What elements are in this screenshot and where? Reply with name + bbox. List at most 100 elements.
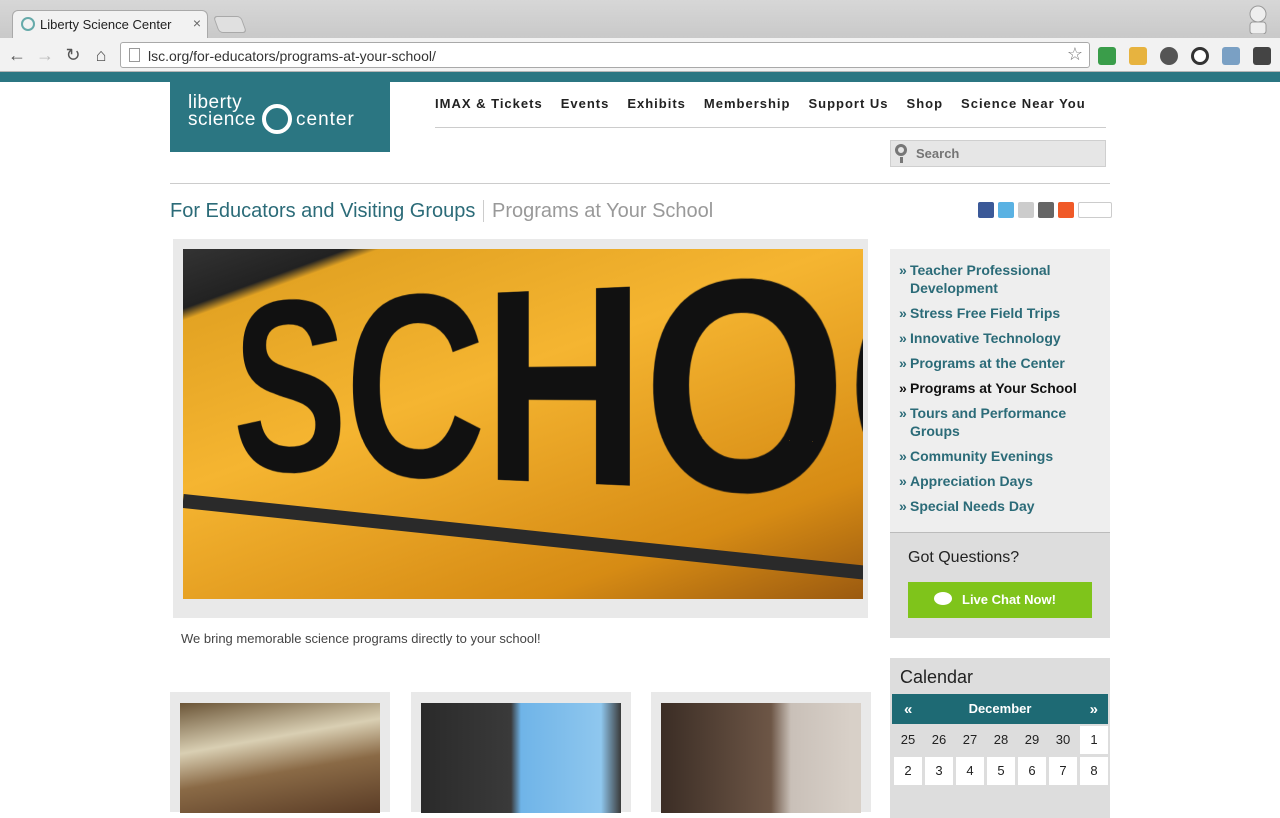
bullet-icon: » <box>899 262 907 278</box>
calendar-day[interactable]: 7 <box>1049 757 1077 785</box>
hero-word: SCHOOL <box>233 249 863 598</box>
extension-gear-icon[interactable] <box>1160 47 1178 65</box>
thumbnail-card[interactable] <box>411 692 631 813</box>
calendar-prev-button[interactable]: « <box>904 701 912 718</box>
calendar-day[interactable]: 3 <box>925 757 953 785</box>
nav-exhibits[interactable]: Exhibits <box>627 96 686 111</box>
sidebar-item-field-trips[interactable]: » Stress Free Field Trips <box>899 304 1104 322</box>
share-more-icon[interactable] <box>1058 202 1074 218</box>
bullet-icon: » <box>899 380 907 396</box>
bookmark-star-icon[interactable]: ☆ <box>1067 44 1083 65</box>
calendar-day[interactable]: 8 <box>1080 757 1108 785</box>
facebook-icon[interactable] <box>978 202 994 218</box>
new-tab-button[interactable] <box>212 16 248 33</box>
calendar-day[interactable]: 25 <box>894 726 922 754</box>
nav-events[interactable]: Events <box>561 96 610 111</box>
print-icon[interactable] <box>1038 202 1054 218</box>
calendar-widget: Calendar December « » 25 26 27 28 29 30 … <box>890 658 1110 818</box>
sidebar-item-programs-school[interactable]: » Programs at Your School <box>899 379 1104 397</box>
url-text[interactable]: lsc.org/for-educators/programs-at-your-s… <box>148 48 436 64</box>
site-top-bar <box>0 72 1280 82</box>
questions-title: Got Questions? <box>908 549 1020 566</box>
thumbnail-presentation[interactable] <box>421 703 621 813</box>
calendar-day[interactable]: 27 <box>956 726 984 754</box>
sidebar-item-label: Innovative Technology <box>910 330 1061 346</box>
breadcrumb-section[interactable]: For Educators and Visiting Groups <box>170 200 475 223</box>
calendar-day[interactable]: 5 <box>987 757 1015 785</box>
calendar-next-button[interactable]: » <box>1090 701 1098 718</box>
profile-icon[interactable] <box>1246 4 1270 34</box>
live-chat-label: Live Chat Now! <box>962 592 1056 607</box>
nav-support-us[interactable]: Support Us <box>808 96 888 111</box>
nav-shop[interactable]: Shop <box>907 96 944 111</box>
calendar-day[interactable]: 26 <box>925 726 953 754</box>
hero-caption: We bring memorable science programs dire… <box>181 631 541 646</box>
bullet-icon: » <box>899 473 907 489</box>
questions-panel: Got Questions? Live Chat Now! <box>890 533 1110 638</box>
sidebar-item-special-needs-day[interactable]: » Special Needs Day <box>899 497 1104 515</box>
sidebar-item-programs-center[interactable]: » Programs at the Center <box>899 354 1104 372</box>
tab-title: Liberty Science Center <box>40 17 172 32</box>
browser-tab[interactable]: Liberty Science Center × <box>12 10 208 38</box>
nav-divider <box>435 127 1106 128</box>
browser-toolbar: ← → ↻ ⌂ lsc.org/for-educators/programs-a… <box>0 38 1280 72</box>
bullet-icon: » <box>899 405 907 421</box>
extension-circle-icon[interactable] <box>1191 47 1209 65</box>
extension-folder-icon[interactable] <box>1129 47 1147 65</box>
sidebar-item-label: Programs at Your School <box>910 380 1077 396</box>
share-count-box <box>1078 202 1112 218</box>
sidebar-item-label: Stress Free Field Trips <box>910 305 1061 321</box>
nav-membership[interactable]: Membership <box>704 96 791 111</box>
site-logo[interactable]: liberty science center <box>170 82 390 152</box>
nav-imax-tickets[interactable]: IMAX & Tickets <box>435 96 543 111</box>
sidebar-item-innovative-technology[interactable]: » Innovative Technology <box>899 329 1104 347</box>
page-icon <box>129 48 140 62</box>
logo-mark-icon <box>262 104 292 134</box>
browser-tab-strip: Liberty Science Center × <box>0 0 1280 38</box>
hero-image: SCHOOL <box>183 249 863 599</box>
thumbnail-surgery-screen[interactable] <box>661 703 861 813</box>
logo-text-center: center <box>296 109 355 130</box>
sidebar-item-community-evenings[interactable]: » Community Evenings <box>899 447 1104 465</box>
favicon-icon <box>21 17 35 31</box>
extension-camera-icon[interactable] <box>1222 47 1240 65</box>
menu-icon[interactable] <box>1253 47 1271 65</box>
twitter-icon[interactable] <box>998 202 1014 218</box>
thumbnail-auditorium[interactable] <box>180 703 380 813</box>
sidebar-item-label: Appreciation Days <box>910 473 1033 489</box>
bullet-icon: » <box>899 498 907 514</box>
calendar-month: December <box>968 701 1032 716</box>
calendar-day[interactable]: 30 <box>1049 726 1077 754</box>
close-tab-icon[interactable]: × <box>193 15 201 31</box>
back-icon[interactable]: ← <box>6 44 28 66</box>
sidebar: » Teacher Professional Development » Stres… <box>890 249 1110 532</box>
forward-icon[interactable]: → <box>34 44 56 66</box>
nav-science-near-you[interactable]: Science Near You <box>961 96 1086 111</box>
share-bar <box>978 202 1112 218</box>
extension-refresh-icon[interactable] <box>1098 47 1116 65</box>
sidebar-item-teacher-pd[interactable]: » Teacher Professional Development <box>899 261 1104 297</box>
reload-icon[interactable]: ↻ <box>62 44 84 66</box>
calendar-day[interactable]: 1 <box>1080 726 1108 754</box>
bullet-icon: » <box>899 355 907 371</box>
address-bar[interactable]: lsc.org/for-educators/programs-at-your-s… <box>120 42 1090 68</box>
email-icon[interactable] <box>1018 202 1034 218</box>
chat-bubble-icon <box>934 592 952 605</box>
thumbnail-card[interactable] <box>170 692 390 813</box>
bullet-icon: » <box>899 330 907 346</box>
thumbnail-card[interactable] <box>651 692 871 813</box>
header-divider <box>170 183 1110 184</box>
page-title: Programs at Your School <box>492 200 714 222</box>
live-chat-button[interactable]: Live Chat Now! <box>908 582 1092 618</box>
sidebar-item-tours[interactable]: » Tours and Performance Groups <box>899 404 1104 440</box>
calendar-day[interactable]: 6 <box>1018 757 1046 785</box>
sidebar-item-appreciation-days[interactable]: » Appreciation Days <box>899 472 1104 490</box>
calendar-day[interactable]: 28 <box>987 726 1015 754</box>
calendar-day[interactable]: 4 <box>956 757 984 785</box>
calendar-day[interactable]: 29 <box>1018 726 1046 754</box>
home-icon[interactable]: ⌂ <box>90 44 112 66</box>
search-input[interactable] <box>916 146 1096 161</box>
sidebar-item-label: Community Evenings <box>910 448 1054 464</box>
search-icon[interactable] <box>895 144 907 163</box>
calendar-day[interactable]: 2 <box>894 757 922 785</box>
